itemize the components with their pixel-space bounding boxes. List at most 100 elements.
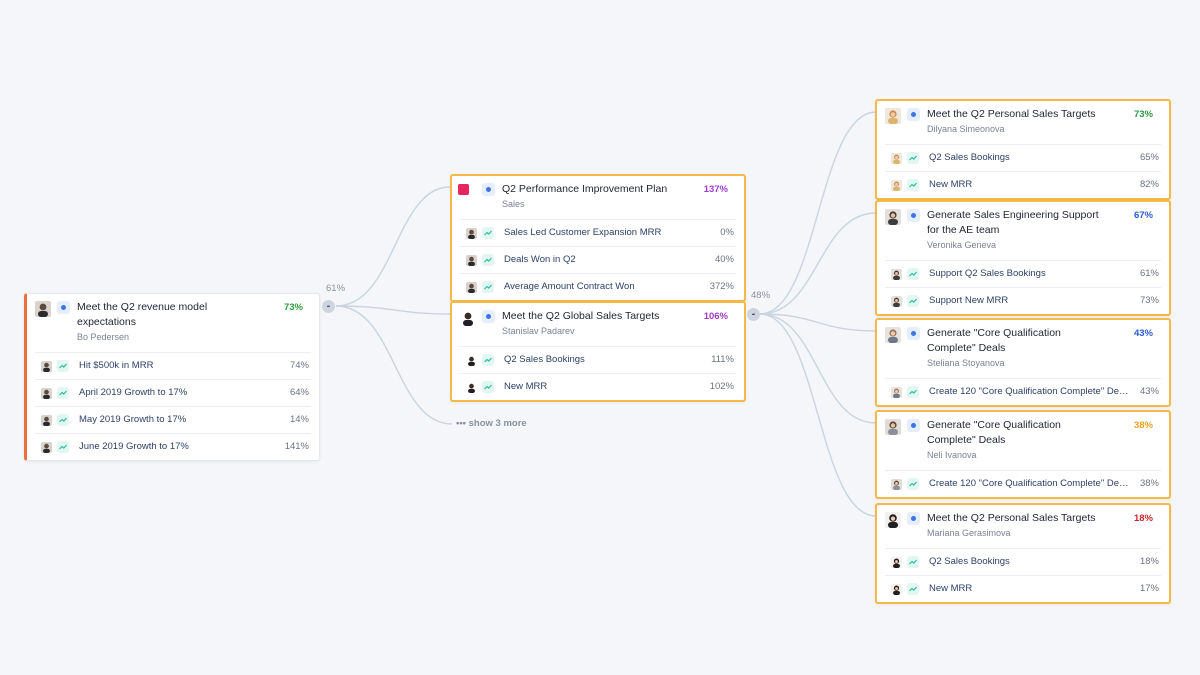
objective-title: Meet the Q2 Personal Sales Targets [927,108,1096,120]
objective-header[interactable]: Q2 Performance Improvement Plan Sales 13… [452,176,744,219]
objective-card-right-1[interactable]: Meet the Q2 Personal Sales Targets Dilya… [875,99,1171,200]
link-root-to-more [335,305,453,425]
objective-card-root[interactable]: Meet the Q2 revenue model expectations B… [24,293,320,461]
key-result-progress: 372% [709,281,734,292]
trend-icon [482,254,494,266]
red-square-icon [458,183,476,199]
key-result-label: New MRR [504,381,548,392]
key-result-row[interactable]: Q2 Sales Bookings 18% [885,548,1161,575]
key-result-label: New MRR [929,583,973,594]
avatar [466,228,477,239]
objective-owner: Neli Ivanova [927,450,977,460]
key-result-row[interactable]: April 2019 Growth to 17% 64% [35,379,311,406]
key-result-label: June 2019 Growth to 17% [79,441,189,452]
key-result-label: Q2 Sales Bookings [929,152,1010,163]
trend-icon [907,268,919,280]
objective-header[interactable]: Generate Sales Engineering Support for t… [877,202,1169,260]
trend-icon [482,281,494,293]
key-result-row[interactable]: Sales Led Customer Expansion MRR 0% [460,219,736,246]
key-result-row[interactable]: Support Q2 Sales Bookings 61% [885,260,1161,287]
objective-progress: 67% [1133,210,1153,221]
link-global-to-r4 [759,313,877,424]
objective-card-right-4[interactable]: Generate "Core Qualification Complete" D… [875,410,1171,499]
key-result-row[interactable]: Q2 Sales Bookings 65% [885,144,1161,171]
children-progress-label: 48% [751,290,771,301]
key-result-row[interactable]: New MRR 102% [460,373,736,400]
link-global-to-r3 [759,313,877,332]
objective-icon [57,301,70,314]
avatar [466,355,477,366]
key-result-row[interactable]: Hit $500k in MRR 74% [35,352,311,379]
avatar [460,310,476,326]
objective-header[interactable]: Meet the Q2 Personal Sales Targets Dilya… [877,101,1169,144]
key-result-progress: 73% [1139,295,1159,306]
objective-progress: 43% [1133,328,1153,339]
trend-icon [907,152,919,164]
avatar [466,255,477,266]
key-result-progress: 102% [709,381,734,392]
collapse-toggle-button[interactable]: - [322,300,335,313]
key-result-row[interactable]: Average Amount Contract Won 372% [460,273,736,300]
key-result-row[interactable]: Create 120 "Core Qualification Complete"… [885,378,1161,405]
key-result-label: Create 120 "Core Qualification Complete"… [929,386,1129,397]
avatar [41,388,52,399]
trend-icon [907,179,919,191]
key-result-progress: 40% [714,254,734,265]
objective-card-plan[interactable]: Q2 Performance Improvement Plan Sales 13… [450,174,746,302]
objective-progress: 137% [703,184,728,195]
objective-header[interactable]: Generate "Core Qualification Complete" D… [877,320,1169,378]
key-result-row[interactable]: June 2019 Growth to 17% 141% [35,433,311,460]
key-result-progress: 14% [289,414,309,425]
objective-card-right-5[interactable]: Meet the Q2 Personal Sales Targets Maria… [875,503,1171,604]
avatar [35,301,51,317]
key-result-progress: 61% [1139,268,1159,279]
objective-title: Generate "Core Qualification Complete" D… [927,419,1061,446]
objective-card-right-3[interactable]: Generate "Core Qualification Complete" D… [875,318,1171,407]
objective-icon [482,310,495,323]
avatar [885,327,901,343]
show-more-link[interactable]: ••• show 3 more [456,418,527,429]
objective-icon [907,512,920,525]
objective-progress: 106% [703,311,728,322]
avatar [885,419,901,435]
avatar [41,442,52,453]
key-result-label: Q2 Sales Bookings [929,556,1010,567]
avatar [885,209,901,225]
trend-icon [907,556,919,568]
objective-header[interactable]: Meet the Q2 Global Sales Targets Stanisl… [452,303,744,346]
key-result-row[interactable]: Support New MRR 73% [885,287,1161,314]
objective-header[interactable]: Meet the Q2 revenue model expectations B… [27,294,319,352]
key-result-label: Average Amount Contract Won [504,281,635,292]
objective-header[interactable]: Meet the Q2 Personal Sales Targets Maria… [877,505,1169,548]
objective-owner: Dilyana Simeonova [927,124,1005,134]
key-result-row[interactable]: New MRR 82% [885,171,1161,198]
key-result-progress: 74% [289,360,309,371]
key-result-progress: 111% [711,354,734,365]
objective-card-right-2[interactable]: Generate Sales Engineering Support for t… [875,200,1171,316]
objective-header[interactable]: Generate "Core Qualification Complete" D… [877,412,1169,470]
key-result-label: New MRR [929,179,973,190]
objective-icon [907,419,920,432]
key-result-progress: 18% [1139,556,1159,567]
objective-progress: 18% [1133,513,1153,524]
objective-title: Meet the Q2 Global Sales Targets [502,310,660,322]
key-result-label: Deals Won in Q2 [504,254,576,265]
key-result-label: May 2019 Growth to 17% [79,414,187,425]
trend-icon [907,478,919,490]
key-result-row[interactable]: May 2019 Growth to 17% 14% [35,406,311,433]
key-result-row[interactable]: Create 120 "Core Qualification Complete"… [885,470,1161,497]
objective-owner: Bo Pedersen [77,332,130,342]
key-result-row[interactable]: Deals Won in Q2 40% [460,246,736,273]
avatar [891,269,902,280]
children-progress-label: 61% [326,283,346,294]
objective-title: Generate Sales Engineering Support for t… [927,209,1099,236]
objective-owner: Veronika Geneva [927,240,997,250]
key-result-row[interactable]: New MRR 17% [885,575,1161,602]
objective-card-global-sales[interactable]: Meet the Q2 Global Sales Targets Stanisl… [450,301,746,402]
key-result-progress: 43% [1139,386,1159,397]
key-result-label: Support Q2 Sales Bookings [929,268,1046,279]
key-result-row[interactable]: Q2 Sales Bookings 111% [460,346,736,373]
avatar [885,512,901,528]
collapse-toggle-button[interactable]: - [747,308,760,321]
trend-icon [57,360,69,372]
